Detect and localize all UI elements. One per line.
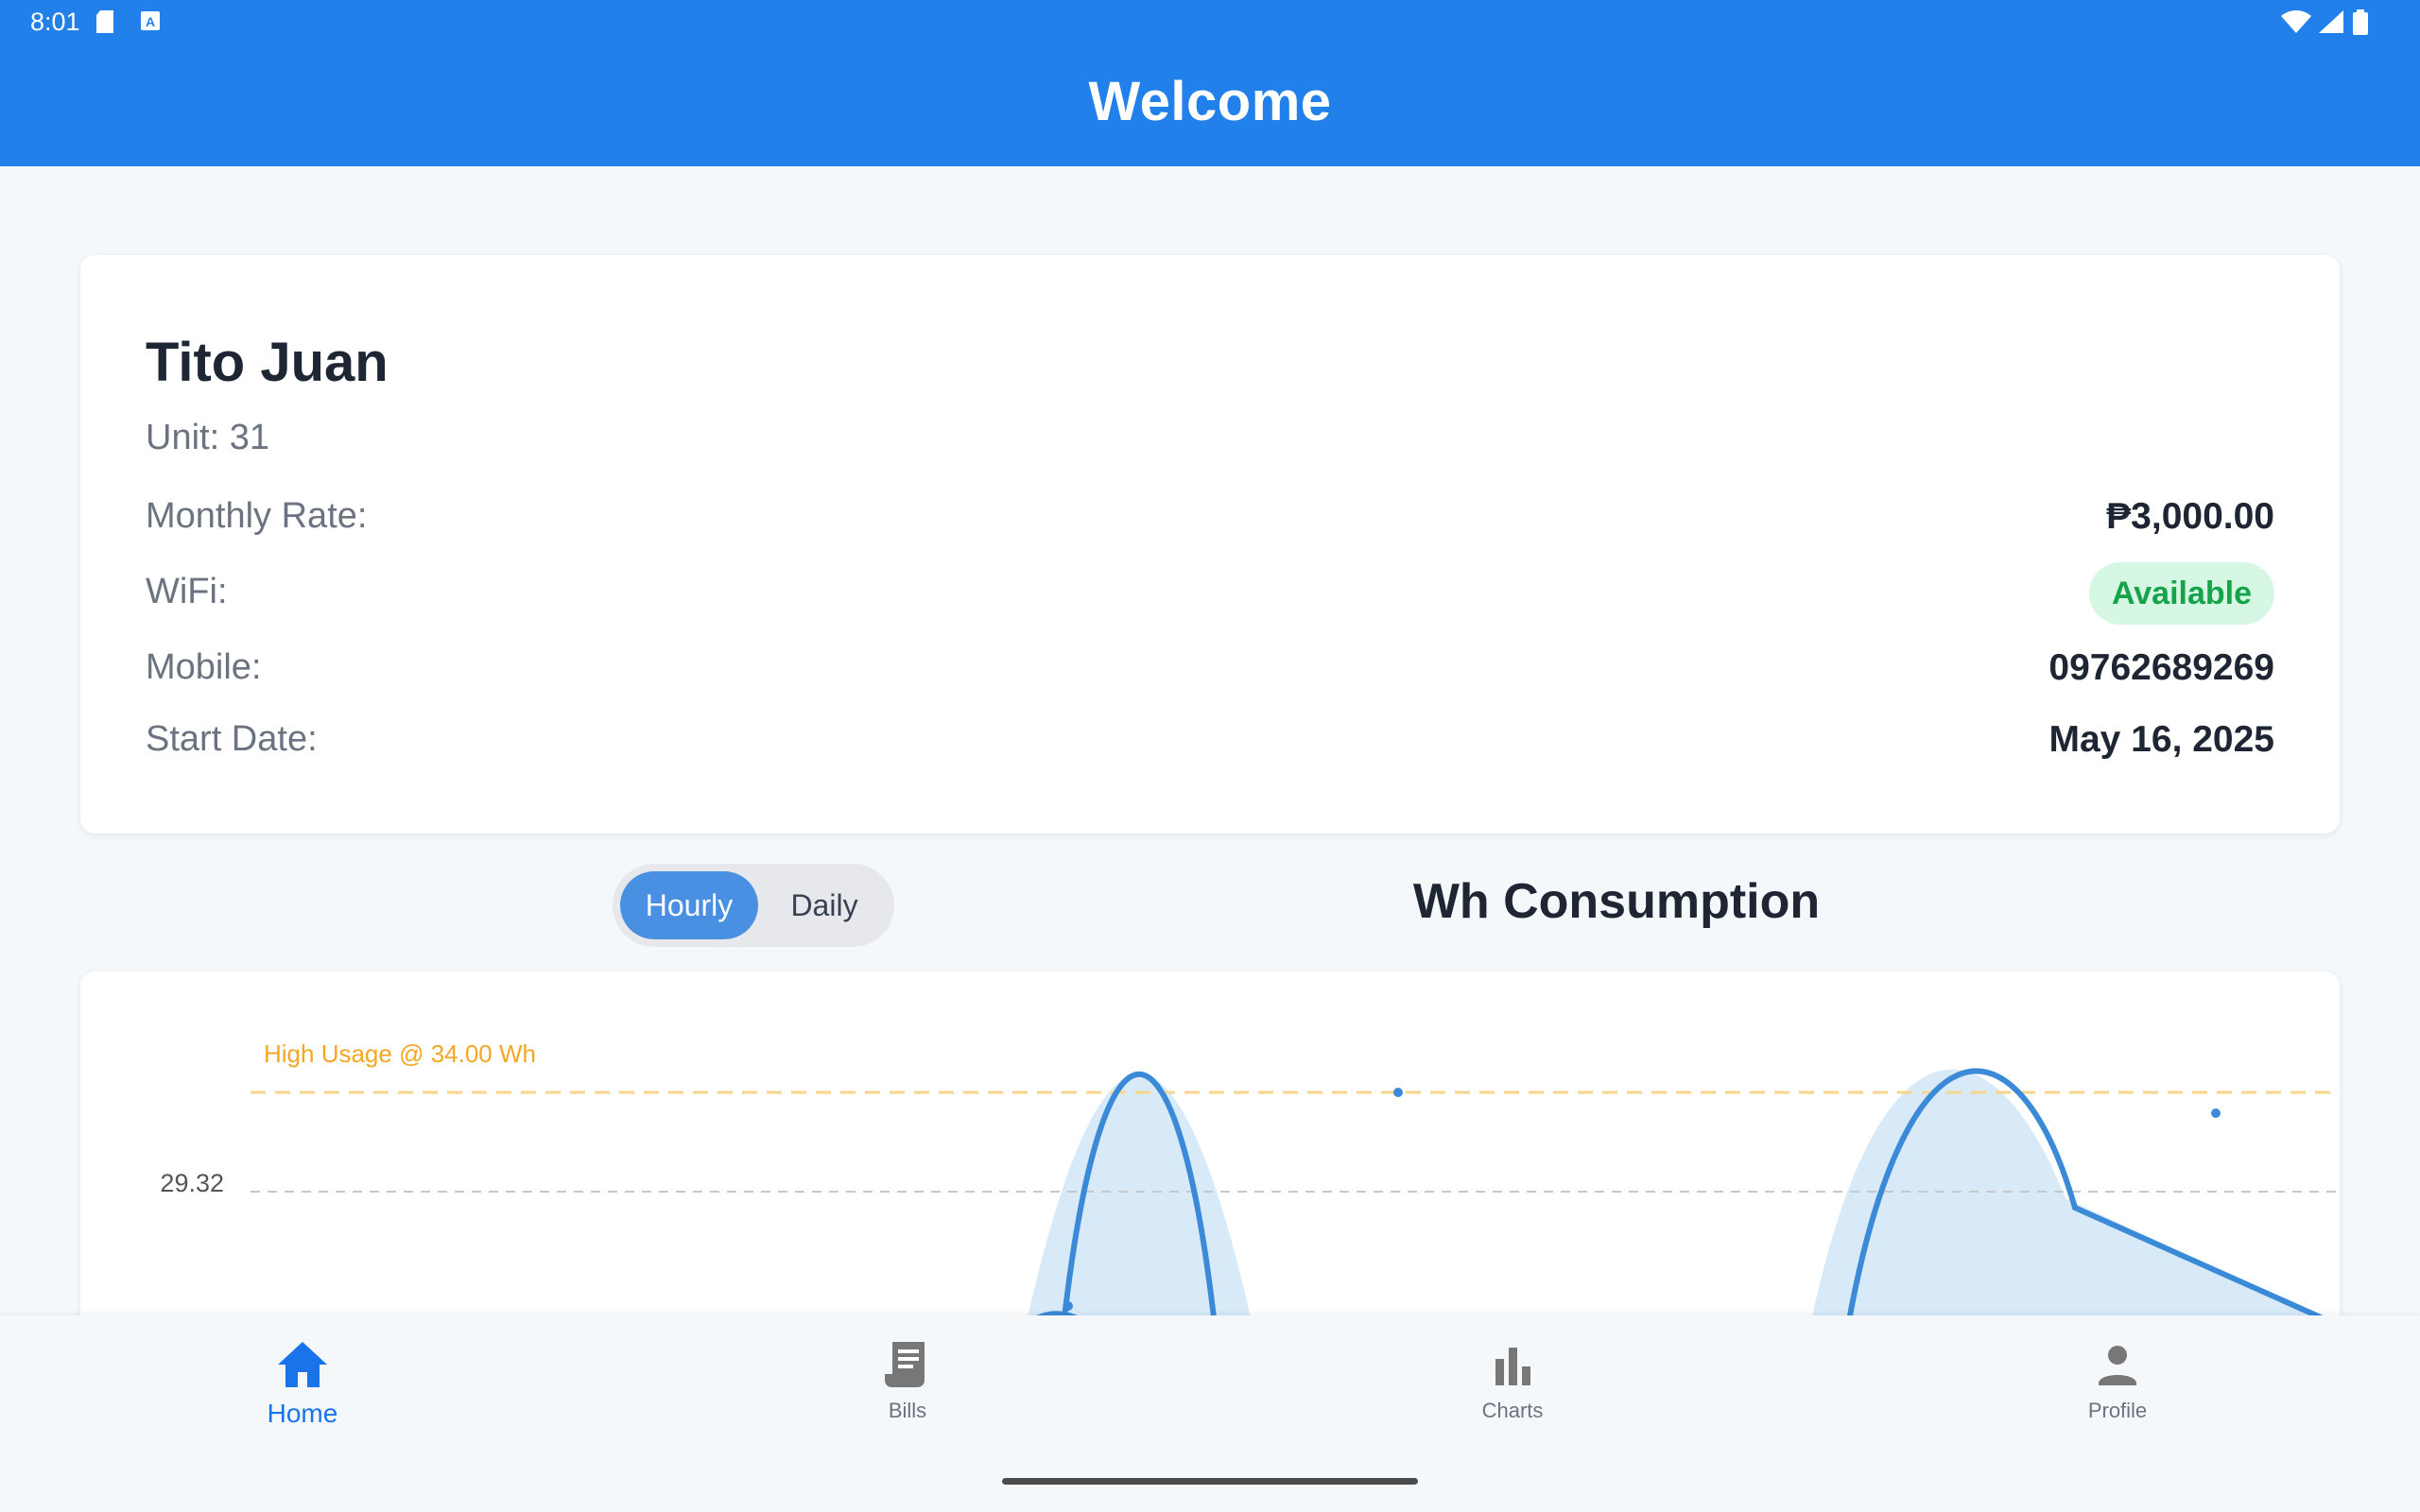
monthly-rate-label: Monthly Rate: [146,496,368,536]
wifi-status-badge: Available [2088,562,2274,625]
monthly-rate-value: ₱3,000.00 [2106,496,2274,537]
start-date-row: Start Date: May 16, 2025 [146,710,2274,766]
start-date-value: May 16, 2025 [2048,719,2274,760]
period-toggle: Hourly Daily [613,864,894,947]
chart-title: Wh Consumption [1412,874,1821,929]
nav-bills[interactable]: Bills [605,1315,1210,1467]
nav-profile-label: Profile [2087,1399,2148,1422]
mobile-value: 09762689269 [2048,647,2274,688]
wifi-icon [2281,10,2311,33]
tenant-info-card: Tito Juan Unit: 31 Monthly Rate: ₱3,000.… [80,255,2340,833]
threshold-label: High Usage @ 34.00 Wh [264,1040,536,1068]
tenant-name: Tito Juan [146,332,389,393]
status-time: 8:01 [30,8,80,36]
consumption-chart-card: High Usage @ 34.00 Wh 29.32 [80,971,2340,1368]
data-point[interactable] [2211,1108,2221,1118]
series-area [1026,1074,1253,1326]
nav-home[interactable]: Home [0,1315,605,1467]
tenant-unit: Unit: 31 [146,418,269,457]
data-point[interactable] [1063,1301,1073,1311]
wifi-label: WiFi: [146,572,228,611]
y-tick-label: 29.32 [160,1169,224,1197]
receipt-icon [885,1342,925,1387]
status-bar: 8:01 A [0,0,2420,45]
data-point[interactable] [1393,1088,1403,1097]
start-date-label: Start Date: [146,719,318,759]
mobile-row: Mobile: 09762689269 [146,638,2274,695]
toggle-hourly[interactable]: Hourly [620,871,758,939]
nav-home-label: Home [267,1399,338,1428]
keyboard-a-icon: A [141,11,160,30]
svg-text:A: A [146,14,155,29]
cellular-signal-icon [2319,10,2343,33]
person-icon [2099,1346,2136,1385]
home-indicator[interactable] [1002,1478,1418,1485]
mobile-label: Mobile: [146,647,262,687]
sd-card-icon [96,10,113,33]
page-title: Welcome [1088,71,1332,132]
app-bar: 8:01 A Welcome [0,0,2420,166]
nav-charts-label: Charts [1481,1399,1544,1422]
wifi-row: WiFi: Available [146,562,2274,625]
consumption-chart: High Usage @ 34.00 Wh 29.32 [160,1040,2340,1329]
home-icon [278,1342,327,1387]
nav-bills-label: Bills [888,1399,927,1422]
toggle-daily[interactable]: Daily [762,871,887,939]
monthly-rate-row: Monthly Rate: ₱3,000.00 [146,487,2274,543]
battery-icon [2353,9,2368,35]
bar-chart-icon [1495,1348,1530,1385]
nav-profile[interactable]: Profile [1815,1315,2420,1467]
nav-charts[interactable]: Charts [1210,1315,1815,1467]
